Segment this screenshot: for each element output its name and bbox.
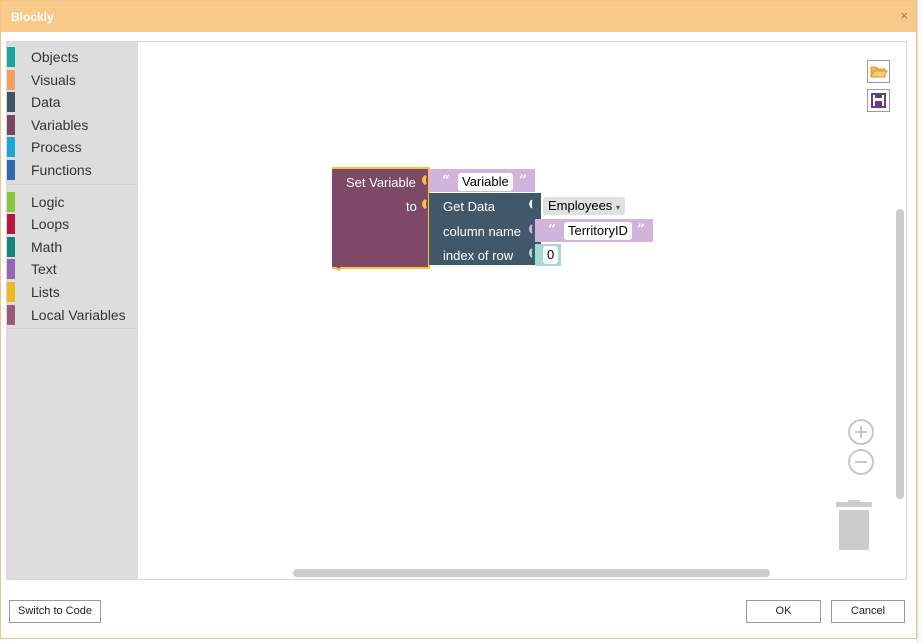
- blockly-workspace-area: Objects Visuals Data Variables Process Functi…: [6, 41, 907, 580]
- column-name-label: column name: [443, 224, 522, 239]
- category-label: Loops: [31, 216, 70, 233]
- category-color-swatch: [7, 114, 15, 135]
- horizontal-scrollbar[interactable]: [293, 569, 770, 577]
- toolbox-category-functions[interactable]: Functions: [7, 159, 138, 180]
- table-dropdown-value: Employees: [548, 198, 613, 213]
- category-color-swatch: [7, 236, 15, 257]
- toolbox-category-visuals[interactable]: Visuals: [7, 69, 138, 90]
- quote-open-icon-2: “: [548, 222, 557, 238]
- category-color-swatch: [7, 92, 15, 113]
- set-variable-to-label: to: [406, 199, 417, 214]
- toolbox-category-objects[interactable]: Objects: [7, 46, 138, 67]
- category-label: Text: [31, 261, 57, 278]
- zoom-out-icon[interactable]: [847, 448, 875, 476]
- get-data-label: Get Data: [443, 199, 496, 214]
- category-label: Math: [31, 238, 63, 255]
- toolbox-category-lists[interactable]: Lists: [7, 281, 138, 302]
- toolbox-category-variables[interactable]: Variables: [7, 114, 138, 135]
- category-label: Objects: [31, 49, 79, 65]
- category-color-swatch: [7, 304, 15, 325]
- toolbox-separator: [7, 328, 138, 330]
- category-label: Variables: [31, 116, 89, 133]
- trash-icon[interactable]: [835, 500, 873, 550]
- category-color-swatch: [7, 191, 15, 212]
- zoom-in-icon[interactable]: [847, 418, 875, 446]
- toolbox-category-local-variables[interactable]: Local Variables: [7, 304, 138, 325]
- variable-name-field[interactable]: Variable: [458, 173, 513, 191]
- category-color-swatch: [7, 137, 15, 158]
- category-color-swatch: [7, 282, 15, 302]
- row-index-field[interactable]: 0: [543, 246, 559, 264]
- dialog-title: Blockly: [11, 10, 54, 24]
- toolbox-category-process[interactable]: Process: [7, 136, 138, 158]
- toolbox-category-data[interactable]: Data: [7, 91, 138, 113]
- background-window-edge: [917, 0, 923, 643]
- category-color-swatch: [7, 160, 15, 180]
- category-color-swatch: [7, 214, 15, 235]
- toolbox-separator: [7, 183, 138, 185]
- close-icon[interactable]: ×: [900, 8, 908, 23]
- folder-open-icon: [870, 66, 888, 78]
- open-workspace-button[interactable]: [867, 60, 890, 83]
- toolbox-category-loops[interactable]: Loops: [7, 213, 138, 235]
- workspace-canvas[interactable]: Set Variable to “ Variable ” Get Data Em…: [138, 42, 906, 579]
- quote-close-icon-2: ”: [637, 222, 646, 238]
- set-variable-label: Set Variable: [346, 175, 416, 190]
- ok-button[interactable]: OK: [746, 600, 821, 623]
- category-label: Lists: [31, 284, 60, 300]
- vertical-scrollbar[interactable]: [896, 209, 904, 499]
- quote-close-icon: ”: [519, 173, 528, 189]
- toolbox-category-text[interactable]: Text: [7, 258, 138, 280]
- category-label: Visuals: [31, 71, 76, 88]
- index-of-row-label: index of row: [443, 248, 514, 263]
- switch-to-code-button[interactable]: Switch to Code: [9, 600, 101, 623]
- save-icon: [871, 93, 886, 108]
- category-label: Functions: [31, 162, 92, 178]
- quote-open-icon: “: [442, 173, 451, 189]
- save-workspace-button[interactable]: [867, 89, 890, 112]
- category-color-swatch: [7, 47, 15, 67]
- chevron-down-icon: ▾: [615, 203, 620, 212]
- category-label: Logic: [31, 193, 65, 210]
- category-color-swatch: [7, 69, 15, 90]
- category-color-swatch: [7, 259, 15, 280]
- title-bar: Blockly ×: [1, 1, 916, 32]
- category-label: Local Variables: [31, 306, 126, 323]
- blockly-dialog: Blockly × Objects Visuals Data Variables Pro…: [0, 0, 917, 639]
- category-label: Process: [31, 139, 82, 156]
- toolbox: Objects Visuals Data Variables Process Functi…: [7, 42, 138, 579]
- column-value-field[interactable]: TerritoryID: [564, 222, 632, 240]
- table-dropdown[interactable]: Employees ▾: [543, 197, 625, 215]
- toolbox-category-logic[interactable]: Logic: [7, 191, 138, 212]
- category-label: Data: [31, 94, 61, 111]
- toolbox-category-math[interactable]: Math: [7, 236, 138, 257]
- cancel-button[interactable]: Cancel: [831, 600, 905, 623]
